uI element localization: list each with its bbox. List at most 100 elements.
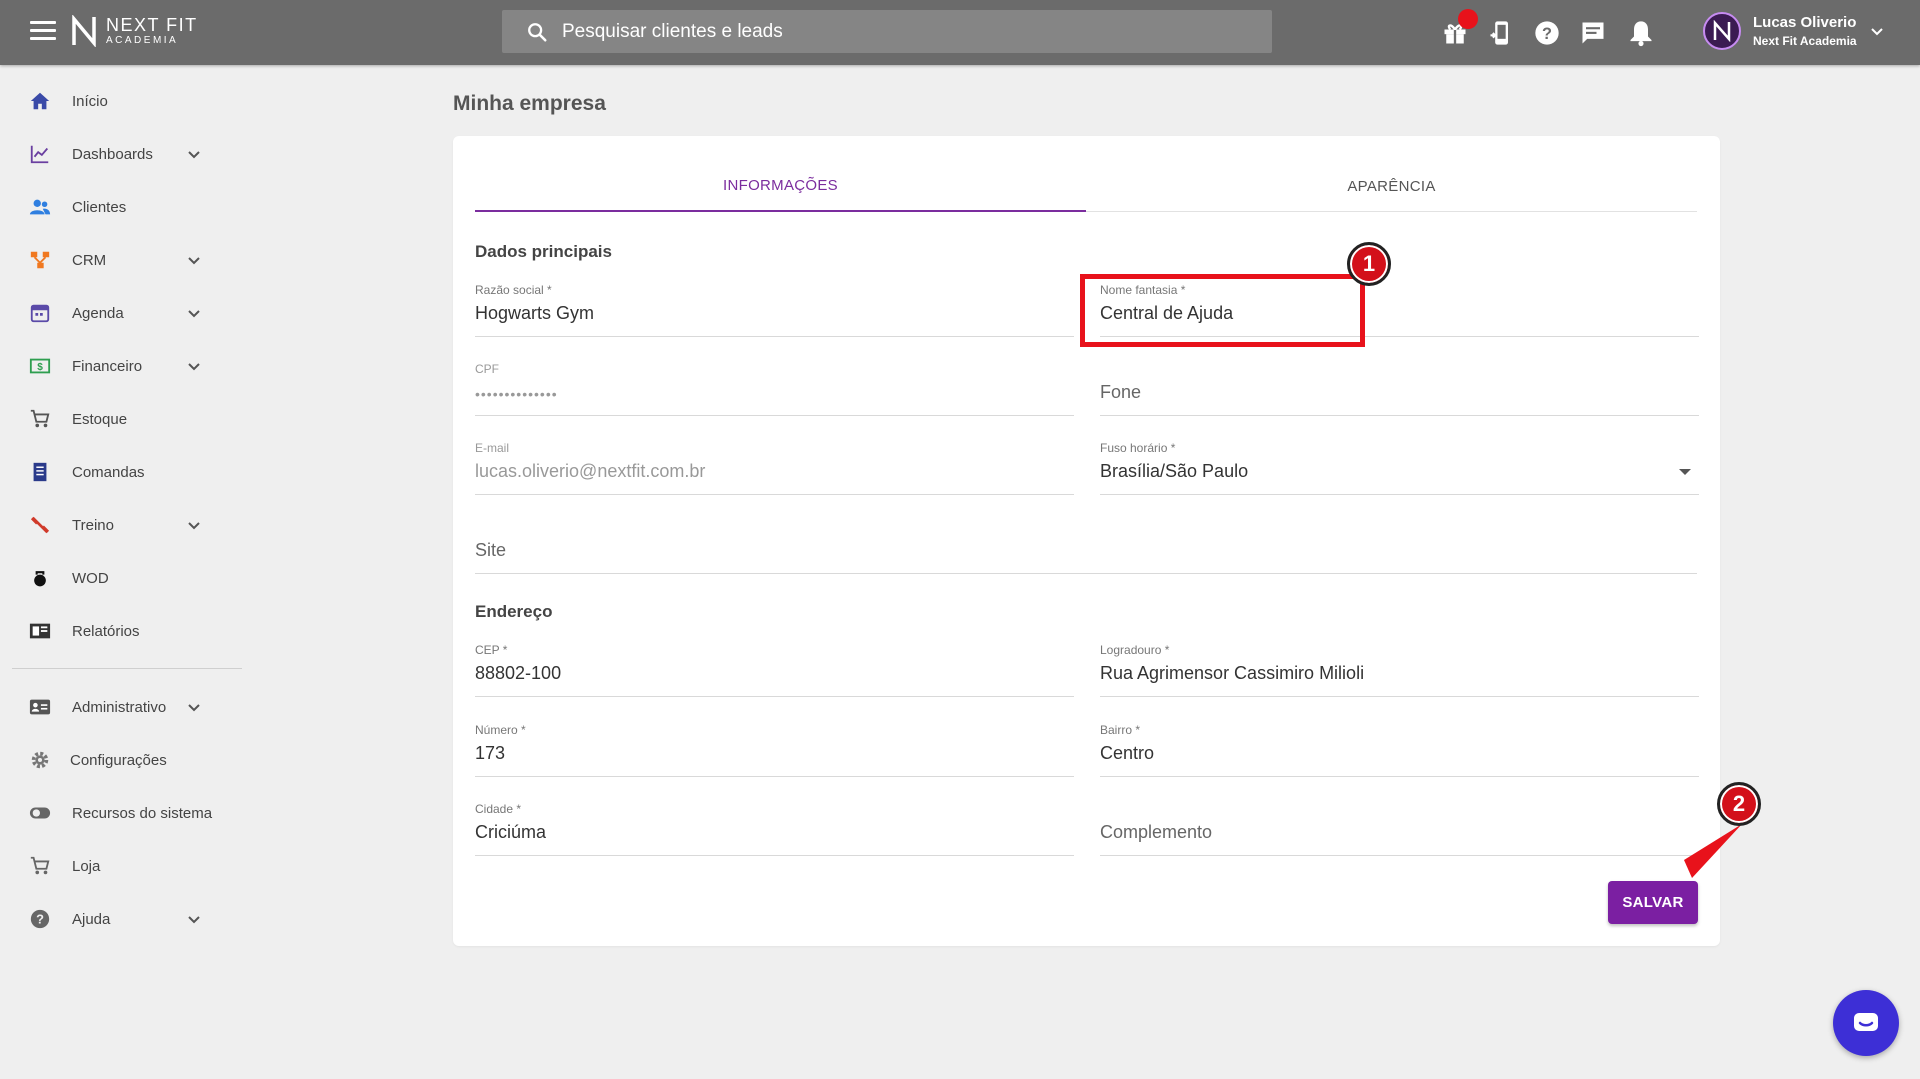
field-value: Hogwarts Gym	[475, 303, 595, 323]
sidebar-item-inicio[interactable]: Início	[0, 81, 240, 121]
bairro-field[interactable]: Bairro * Centro	[1100, 723, 1699, 777]
logradouro-field[interactable]: Logradouro * Rua Agrimensor Cassimiro Mi…	[1100, 643, 1699, 697]
chevron-down-icon	[188, 257, 200, 265]
bell-icon[interactable]	[1627, 19, 1655, 47]
field-label: CPF	[475, 362, 499, 376]
sidebar-item-relatorios[interactable]: Relatórios	[0, 611, 240, 651]
sidebar-item-loja[interactable]: Loja	[0, 846, 240, 886]
notification-dot	[1458, 9, 1478, 29]
sidebar-item-label: Administrativo	[72, 698, 167, 716]
sidebar-item-label: Treino	[72, 516, 114, 534]
arrow-pointer-icon	[1684, 824, 1742, 878]
tab-informacoes[interactable]: INFORMAÇÕES	[475, 160, 1086, 212]
sidebar-item-ajuda[interactable]: ? Ajuda	[0, 899, 240, 939]
sidebar-item-label: Ajuda	[72, 910, 111, 928]
complemento-field[interactable]: Complemento	[1100, 802, 1699, 856]
sidebar-item-label: Dashboards	[72, 145, 153, 163]
sidebar-item-configuracoes[interactable]: Configurações	[0, 740, 240, 780]
chevron-down-icon	[188, 522, 200, 530]
sidebar-item-dashboards[interactable]: Dashboards	[0, 134, 240, 174]
fuso-horario-select[interactable]: Fuso horário * Brasília/São Paulo	[1100, 441, 1699, 495]
step-badge-1: 1	[1347, 242, 1391, 286]
field-label: CEP *	[475, 643, 508, 657]
user-company: Next Fit Academia	[1753, 34, 1857, 48]
dumbbell-icon	[27, 512, 53, 538]
sidebar-item-clientes[interactable]: Clientes	[0, 187, 240, 227]
help-circle-icon[interactable]: ?	[1533, 19, 1561, 47]
avatar-logo-icon	[1713, 20, 1731, 42]
chat-bubble-icon	[1854, 1013, 1878, 1031]
cep-field[interactable]: CEP * 88802-100	[475, 643, 1074, 697]
svg-text:?: ?	[1542, 25, 1552, 43]
sidebar-item-label: Recursos do sistema	[72, 804, 213, 822]
svg-text:?: ?	[36, 912, 44, 927]
chevron-down-icon	[188, 363, 200, 371]
sidebar-item-label: Financeiro	[72, 357, 143, 375]
tab-aparencia[interactable]: APARÊNCIA	[1086, 160, 1697, 212]
field-label: Logradouro *	[1100, 643, 1170, 657]
logo-mark-icon	[72, 15, 96, 47]
numero-field[interactable]: Número * 173	[475, 723, 1074, 777]
sidebar-item-label: CRM	[72, 251, 107, 269]
sidebar-item-comandas[interactable]: Comandas	[0, 452, 240, 492]
fone-field[interactable]: Fone	[1100, 362, 1699, 416]
crm-icon	[27, 247, 53, 273]
calendar-icon	[27, 300, 53, 326]
site-field[interactable]: Site	[475, 520, 1697, 574]
search-icon	[528, 22, 547, 42]
sidebar-item-label: Clientes	[72, 198, 127, 216]
razao-social-field[interactable]: Razão social * Hogwarts Gym	[475, 283, 1074, 337]
sidebar-item-treino[interactable]: Treino	[0, 505, 240, 545]
sidebar-item-crm[interactable]: CRM	[0, 240, 240, 280]
chevron-down-icon	[1870, 28, 1883, 36]
field-value: 88802-100	[475, 663, 562, 683]
sidebar-item-administrativo[interactable]: Administrativo	[0, 687, 240, 727]
sidebar-item-label: WOD	[72, 569, 109, 587]
sidebar-item-financeiro[interactable]: $ Financeiro	[0, 346, 240, 386]
sidebar-item-label: Comandas	[72, 463, 145, 481]
chat-icon[interactable]	[1579, 19, 1607, 47]
brand-name: NEXT FIT	[106, 15, 198, 35]
brand-logo[interactable]: NEXT FIT ACADEMIA	[70, 13, 198, 49]
email-field[interactable]: E-mail lucas.oliverio@nextfit.com.br	[475, 441, 1074, 495]
page-title: Minha empresa	[453, 92, 606, 115]
money-icon: $	[27, 353, 53, 379]
sidebar-divider	[12, 668, 242, 669]
highlight-box	[1080, 274, 1365, 347]
dropdown-arrow-icon	[1679, 469, 1691, 475]
sidebar-item-label: Estoque	[72, 410, 128, 428]
svg-text:$: $	[37, 362, 43, 373]
menu-icon[interactable]	[30, 21, 56, 43]
search-bar[interactable]	[502, 10, 1272, 53]
field-label: Bairro *	[1100, 723, 1141, 737]
cpf-field[interactable]: CPF ••••••••••••••	[475, 362, 1074, 416]
field-value: 173	[475, 743, 506, 763]
sidebar-item-estoque[interactable]: Estoque	[0, 399, 240, 439]
top-bar: NEXT FIT ACADEMIA ? Lucas Oliverio Next …	[0, 0, 1920, 65]
save-button[interactable]: SALVAR	[1608, 881, 1698, 924]
sidebar-item-agenda[interactable]: Agenda	[0, 293, 240, 333]
company-form-card: INFORMAÇÕES APARÊNCIA Dados principais R…	[453, 136, 1720, 946]
id-card-icon	[27, 694, 53, 720]
field-label: E-mail	[475, 441, 510, 455]
field-value: lucas.oliverio@nextfit.com.br	[475, 461, 706, 481]
field-label: Cidade *	[475, 802, 522, 816]
chevron-down-icon	[188, 151, 200, 159]
support-chat-button[interactable]	[1833, 990, 1899, 1056]
receipt-icon	[27, 459, 53, 485]
field-value: Rua Agrimensor Cassimiro Milioli	[1100, 663, 1365, 683]
toggle-icon	[27, 800, 53, 826]
gear-icon	[27, 747, 53, 773]
sidebar-item-wod[interactable]: WOD	[0, 558, 240, 598]
chevron-down-icon	[188, 704, 200, 712]
field-value: Criciúma	[475, 822, 547, 842]
report-icon	[27, 618, 53, 644]
sidebar-item-recursos[interactable]: Recursos do sistema	[0, 793, 240, 833]
kettlebell-icon	[27, 565, 53, 591]
cidade-field[interactable]: Cidade * Criciúma	[475, 802, 1074, 856]
user-menu[interactable]: Lucas Oliverio Next Fit Academia	[1703, 12, 1885, 50]
avatar	[1703, 12, 1741, 50]
search-input[interactable]	[562, 20, 1242, 43]
mobile-download-icon[interactable]	[1487, 19, 1515, 47]
cart-icon	[27, 853, 53, 879]
